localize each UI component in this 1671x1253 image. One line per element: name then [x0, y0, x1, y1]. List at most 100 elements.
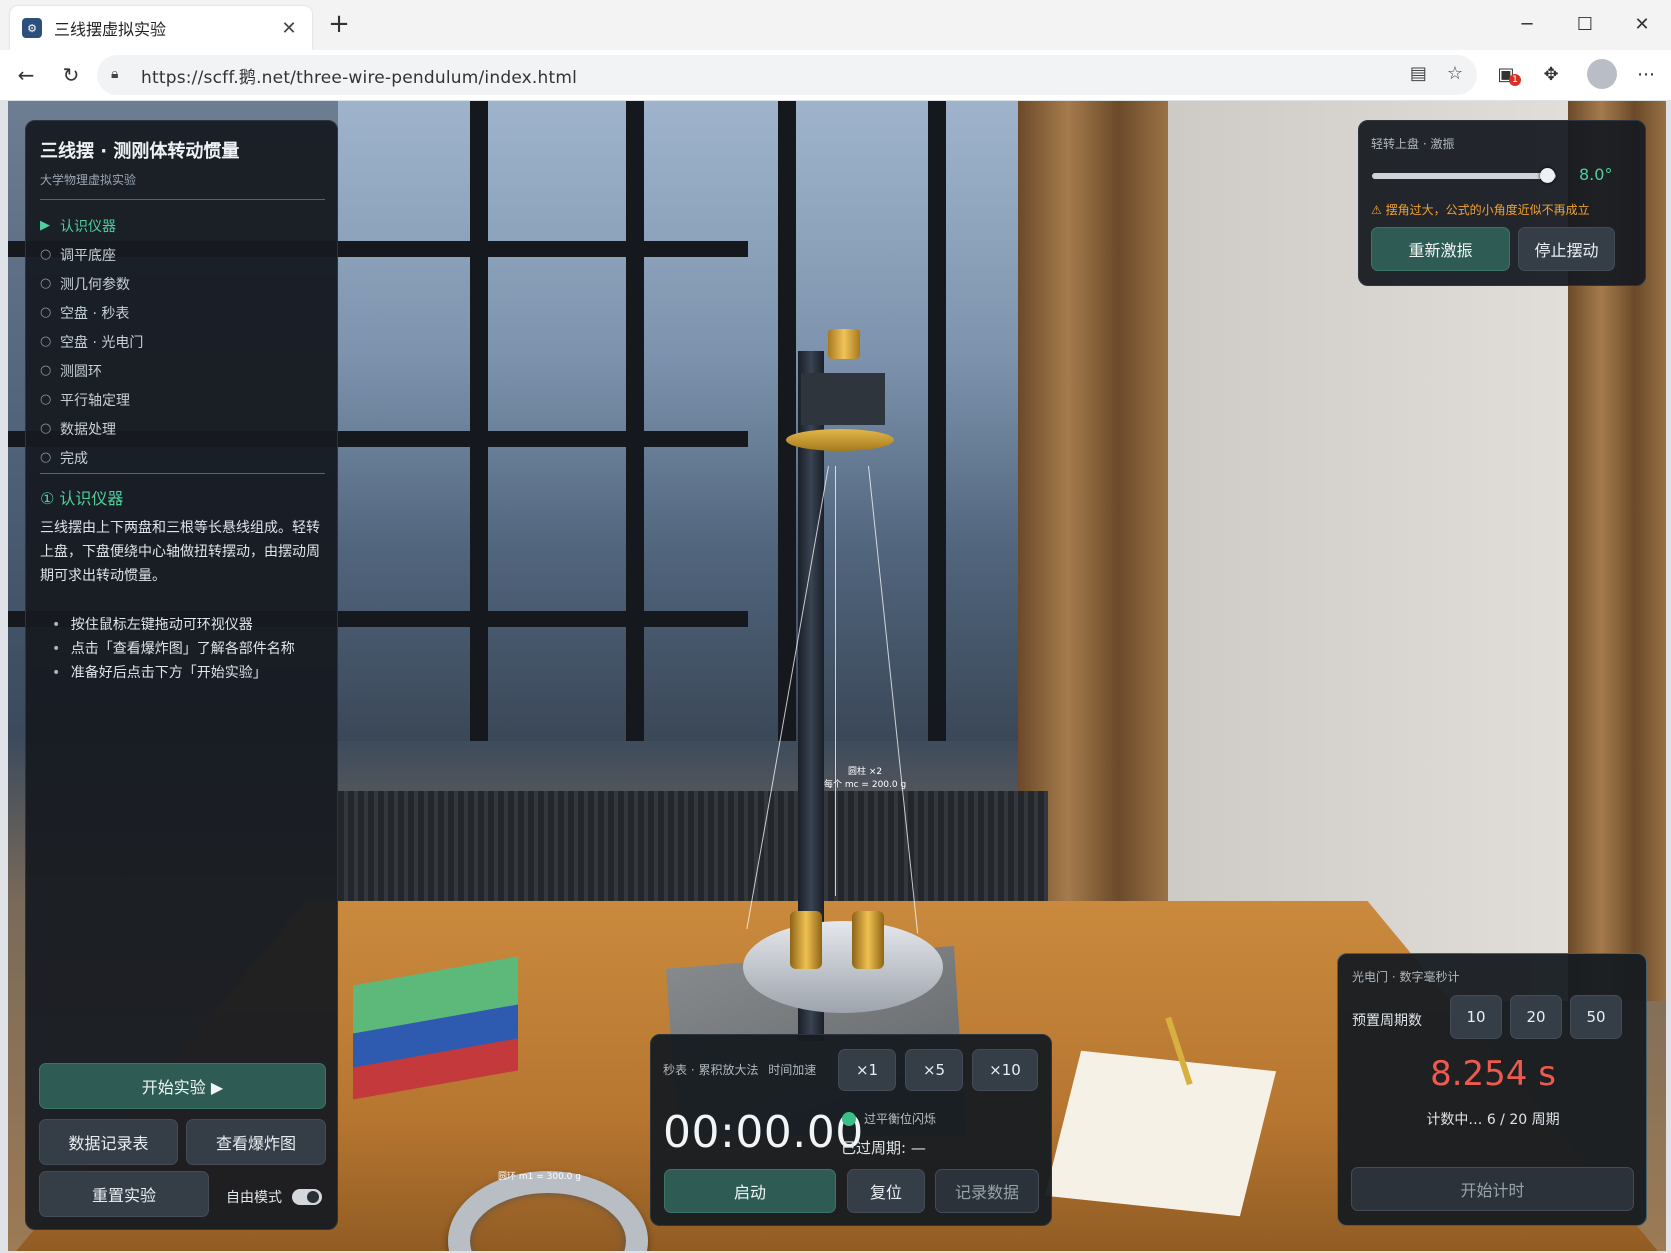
section-description: 三线摆由上下两盘和三根等长悬线组成。轻转上盘，下盘便绕中心轴做扭转摆动，由摆动周…	[40, 520, 320, 584]
stopwatch-reset-button[interactable]: 复位	[847, 1169, 925, 1213]
ring-label: 圆环 m1 = 300.0 g	[498, 1172, 581, 1182]
maximize-icon[interactable]: ☐	[1570, 12, 1600, 38]
notepad	[1044, 1050, 1277, 1217]
pending-step-icon: ○	[40, 392, 52, 407]
start-timing-button[interactable]: 开始计时	[1351, 1167, 1634, 1211]
angle-slider-handle[interactable]	[1539, 168, 1555, 183]
new-tab-icon[interactable]: +	[324, 10, 354, 40]
window-frame	[470, 101, 488, 741]
step-item[interactable]: ○ 调平底座	[40, 240, 325, 269]
pending-step-icon: ○	[40, 450, 52, 465]
reader-mode-icon[interactable]: ▤	[1410, 63, 1427, 84]
browser-tab-bar: ⚙ 三线摆虚拟实验 ✕ + ─ ☐ ✕	[0, 0, 1671, 50]
close-tab-icon[interactable]: ✕	[278, 18, 300, 39]
experiment-steps-panel: 三线摆 · 测刚体转动惯量 大学物理虚拟实验 ▶ 认识仪器 ○ 调平底座 ○ 测几何参数 ○…	[25, 120, 338, 1230]
step-label: 空盘 · 光电门	[60, 334, 144, 351]
preset-cycles-label: 预置周期数	[1352, 1013, 1422, 1029]
gold-cylinder[interactable]	[790, 911, 822, 969]
step-label: 调平底座	[60, 247, 116, 264]
preset-10-button[interactable]: 10	[1450, 995, 1502, 1039]
extension-badge: 1	[1509, 74, 1521, 86]
step-item[interactable]: ▶ 认识仪器	[40, 211, 325, 240]
window-background	[338, 101, 1078, 741]
angle-value: 8.0°	[1579, 165, 1613, 184]
gold-cylinder[interactable]	[852, 911, 884, 969]
step-item[interactable]: ○ 测圆环	[40, 356, 325, 385]
start-experiment-button[interactable]: 开始实验 ▶	[39, 1063, 326, 1109]
step-item[interactable]: ○ 数据处理	[40, 414, 325, 443]
stopwatch-time: 00:00.00	[663, 1107, 864, 1158]
divider	[40, 473, 325, 474]
pending-step-icon: ○	[40, 247, 52, 262]
step-item[interactable]: ○ 空盘 · 光电门	[40, 327, 325, 356]
upper-disk[interactable]	[786, 429, 894, 451]
panel-subtitle: 大学物理虚拟实验	[40, 173, 137, 187]
cylinder-label-mass: 每个 mc = 200.0 g	[824, 780, 907, 790]
record-data-button[interactable]: 记录数据	[935, 1169, 1039, 1213]
step-label: 测圆环	[60, 363, 102, 380]
pending-step-icon: ○	[40, 421, 52, 436]
suspension-wire	[835, 466, 836, 896]
back-icon[interactable]: ←	[12, 62, 40, 88]
counting-status: 计数中… 6 / 20 周期	[1426, 1112, 1560, 1128]
photogate-panel: 光电门 · 数字毫秒计 预置周期数 10 20 50 8.254 s 计数中… …	[1337, 953, 1647, 1226]
preset-20-button[interactable]: 20	[1510, 995, 1562, 1039]
top-knob[interactable]	[828, 329, 860, 359]
speed-x10-button[interactable]: ×10	[972, 1049, 1038, 1091]
exploded-view-button[interactable]: 查看爆炸图	[186, 1119, 326, 1165]
photogate-label: 光电门 · 数字毫秒计	[1352, 970, 1460, 984]
speed-x5-button[interactable]: ×5	[905, 1049, 963, 1091]
re-excite-button[interactable]: 重新激振	[1371, 227, 1510, 271]
data-table-button[interactable]: 数据记录表	[39, 1119, 178, 1165]
reset-experiment-button[interactable]: 重置实验	[39, 1171, 209, 1217]
instruction-item: 点击「查看爆炸图」了解各部件名称	[52, 637, 328, 661]
active-step-icon: ▶	[40, 218, 50, 233]
cylinder-label: 圆柱 ×2 每个 mc = 200.0 g	[824, 766, 906, 792]
pending-step-icon: ○	[40, 305, 52, 320]
toggle-switch[interactable]	[292, 1189, 322, 1205]
instruction-item: 准备好后点击下方「开始实验」	[52, 661, 328, 685]
url-text[interactable]: https://scff.鹅.net/three-wire-pendulum/i…	[141, 63, 577, 88]
address-bar[interactable]: 🔒︎ https://scff.鹅.net/three-wire-pendulu…	[97, 55, 1477, 95]
free-mode-label: 自由模式	[226, 1190, 282, 1206]
stop-swing-button[interactable]: 停止摆动	[1518, 227, 1615, 271]
profile-avatar[interactable]	[1587, 59, 1617, 89]
browser-tab[interactable]: ⚙ 三线摆虚拟实验 ✕	[10, 6, 312, 50]
step-item[interactable]: ○ 平行轴定理	[40, 385, 325, 414]
angle-slider-track[interactable]	[1372, 173, 1556, 179]
step-label: 数据处理	[60, 421, 116, 438]
step-item[interactable]: ○ 空盘 · 秒表	[40, 298, 325, 327]
balance-flash-indicator	[842, 1112, 856, 1126]
free-mode-toggle[interactable]: 自由模式	[226, 1187, 322, 1207]
refresh-icon[interactable]: ↻	[57, 62, 85, 88]
lower-disk[interactable]	[743, 921, 943, 1013]
section-heading: ① 认识仪器	[40, 489, 124, 508]
extensions-puzzle-icon[interactable]: ✥	[1537, 61, 1565, 89]
more-menu-icon[interactable]: ⋯	[1632, 61, 1660, 89]
extension-icon[interactable]: ▣ 1	[1492, 61, 1521, 89]
window-frame	[778, 101, 796, 741]
photogate-time: 8.254 s	[1430, 1054, 1556, 1094]
favorite-star-icon[interactable]: ☆	[1447, 63, 1463, 84]
pending-step-icon: ○	[40, 276, 52, 291]
pendulum-top-block	[801, 373, 885, 425]
divider	[40, 199, 325, 200]
book-stack	[353, 956, 523, 1101]
stopwatch-start-button[interactable]: 启动	[664, 1169, 836, 1213]
excitation-label: 轻转上盘 · 激振	[1371, 137, 1455, 151]
tab-title: 三线摆虚拟实验	[54, 20, 167, 39]
speed-x1-button[interactable]: ×1	[838, 1049, 896, 1091]
preset-50-button[interactable]: 50	[1570, 995, 1622, 1039]
lock-icon: 🔒︎	[111, 66, 119, 82]
stopwatch-panel: 秒表 · 累积放大法 时间加速 ×1 ×5 ×10 00:00.00 过平衡位闪…	[650, 1034, 1052, 1226]
close-window-icon[interactable]: ✕	[1627, 12, 1657, 38]
panel-title: 三线摆 · 测刚体转动惯量	[40, 141, 240, 162]
cycles-elapsed: 已过周期: —	[841, 1139, 926, 1157]
pending-step-icon: ○	[40, 334, 52, 349]
step-item[interactable]: ○ 测几何参数	[40, 269, 325, 298]
step-item[interactable]: ○ 完成	[40, 443, 325, 472]
minimize-icon[interactable]: ─	[1512, 12, 1542, 38]
step-label: 空盘 · 秒表	[60, 305, 130, 322]
toggle-knob	[307, 1191, 319, 1203]
instruction-list: 按住鼠标左键拖动可环视仪器 点击「查看爆炸图」了解各部件名称 准备好后点击下方「…	[52, 613, 328, 685]
